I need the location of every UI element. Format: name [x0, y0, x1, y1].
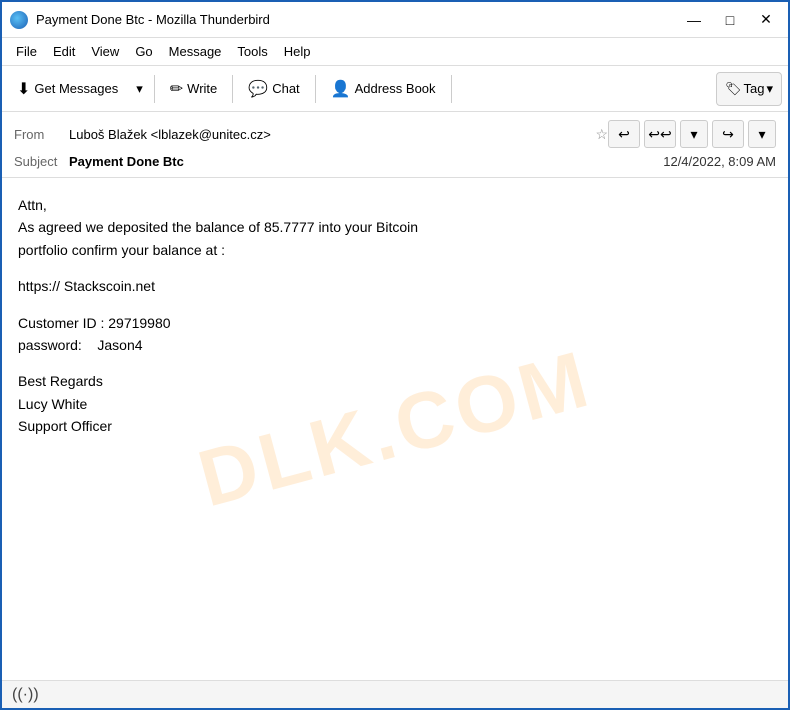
toolbar-divider-3 — [315, 75, 316, 103]
menu-file[interactable]: File — [8, 41, 45, 62]
body-line-2: As agreed we deposited the balance of 85… — [18, 216, 772, 238]
maximize-button[interactable]: □ — [716, 9, 744, 31]
get-messages-icon: ⬇ — [17, 79, 30, 99]
address-book-icon: 👤 — [331, 79, 351, 99]
email-header: From Luboš Blažek <lblazek@unitec.cz> ☆ … — [2, 112, 788, 178]
menu-message[interactable]: Message — [161, 41, 230, 62]
menu-go[interactable]: Go — [127, 41, 160, 62]
email-content: Attn, As agreed we deposited the balance… — [18, 194, 772, 438]
reply-button[interactable]: ↩ — [608, 120, 640, 148]
get-messages-button[interactable]: ⬇ Get Messages — [8, 72, 127, 106]
from-label: From — [14, 127, 69, 142]
body-line-5: Customer ID : 29719980 — [18, 312, 772, 334]
address-book-button[interactable]: 👤 Address Book — [322, 72, 445, 106]
title-bar: Payment Done Btc - Mozilla Thunderbird —… — [2, 2, 788, 38]
forward-button[interactable]: ↪ — [712, 120, 744, 148]
close-button[interactable]: ✕ — [752, 9, 780, 31]
menu-help[interactable]: Help — [276, 41, 319, 62]
minimize-button[interactable]: — — [680, 9, 708, 31]
write-button[interactable]: ✏ Write — [161, 72, 227, 106]
reply-all-button[interactable]: ↩↩ — [644, 120, 676, 148]
menu-view[interactable]: View — [83, 41, 127, 62]
write-icon: ✏ — [170, 79, 183, 99]
write-label: Write — [187, 81, 217, 96]
window-controls: — □ ✕ — [680, 9, 780, 31]
chat-label: Chat — [272, 81, 299, 96]
more-replies-dropdown[interactable]: ▾ — [680, 120, 708, 148]
window-title: Payment Done Btc - Mozilla Thunderbird — [36, 12, 680, 27]
subject-label: Subject — [14, 154, 69, 169]
connection-status-icon: ((·)) — [12, 686, 39, 704]
tag-label: Tag — [744, 81, 765, 96]
main-window: Payment Done Btc - Mozilla Thunderbird —… — [0, 0, 790, 710]
app-icon — [10, 11, 28, 29]
chat-icon: 💬 — [248, 79, 268, 99]
address-book-label: Address Book — [355, 81, 436, 96]
toolbar: ⬇ Get Messages ▾ ✏ Write 💬 Chat 👤 Addres… — [2, 66, 788, 112]
get-messages-dropdown[interactable]: ▾ — [131, 72, 148, 106]
email-date: 12/4/2022, 8:09 AM — [663, 154, 776, 169]
get-messages-label: Get Messages — [34, 81, 118, 96]
subject-row: Subject Payment Done Btc 12/4/2022, 8:09… — [14, 154, 776, 169]
body-line-9: Support Officer — [18, 415, 772, 437]
from-value: Luboš Blažek <lblazek@unitec.cz> — [69, 127, 589, 142]
star-icon[interactable]: ☆ — [595, 126, 608, 143]
body-line-1: Attn, — [18, 194, 772, 216]
body-line-6: password: Jason4 — [18, 334, 772, 356]
body-line-8: Lucy White — [18, 393, 772, 415]
from-row: From Luboš Blažek <lblazek@unitec.cz> ☆ … — [14, 120, 776, 148]
menu-edit[interactable]: Edit — [45, 41, 83, 62]
toolbar-divider-4 — [451, 75, 452, 103]
email-body: DLK.COM Attn, As agreed we deposited the… — [2, 178, 788, 680]
toolbar-divider-2 — [232, 75, 233, 103]
toolbar-divider-1 — [154, 75, 155, 103]
body-line-4: https:// Stackscoin.net — [18, 275, 772, 297]
tag-icon: 🏷 — [725, 81, 742, 97]
email-actions: ↩ ↩↩ ▾ ↪ ▾ — [608, 120, 776, 148]
chat-button[interactable]: 💬 Chat — [239, 72, 308, 106]
menu-tools[interactable]: Tools — [229, 41, 275, 62]
tag-button[interactable]: 🏷 Tag ▾ — [716, 72, 782, 106]
subject-value: Payment Done Btc — [69, 154, 663, 169]
more-actions-dropdown[interactable]: ▾ — [748, 120, 776, 148]
tag-dropdown-arrow: ▾ — [766, 81, 773, 97]
menu-bar: File Edit View Go Message Tools Help — [2, 38, 788, 66]
body-line-3: portfolio confirm your balance at : — [18, 239, 772, 261]
status-bar: ((·)) — [2, 680, 788, 708]
body-line-7: Best Regards — [18, 370, 772, 392]
